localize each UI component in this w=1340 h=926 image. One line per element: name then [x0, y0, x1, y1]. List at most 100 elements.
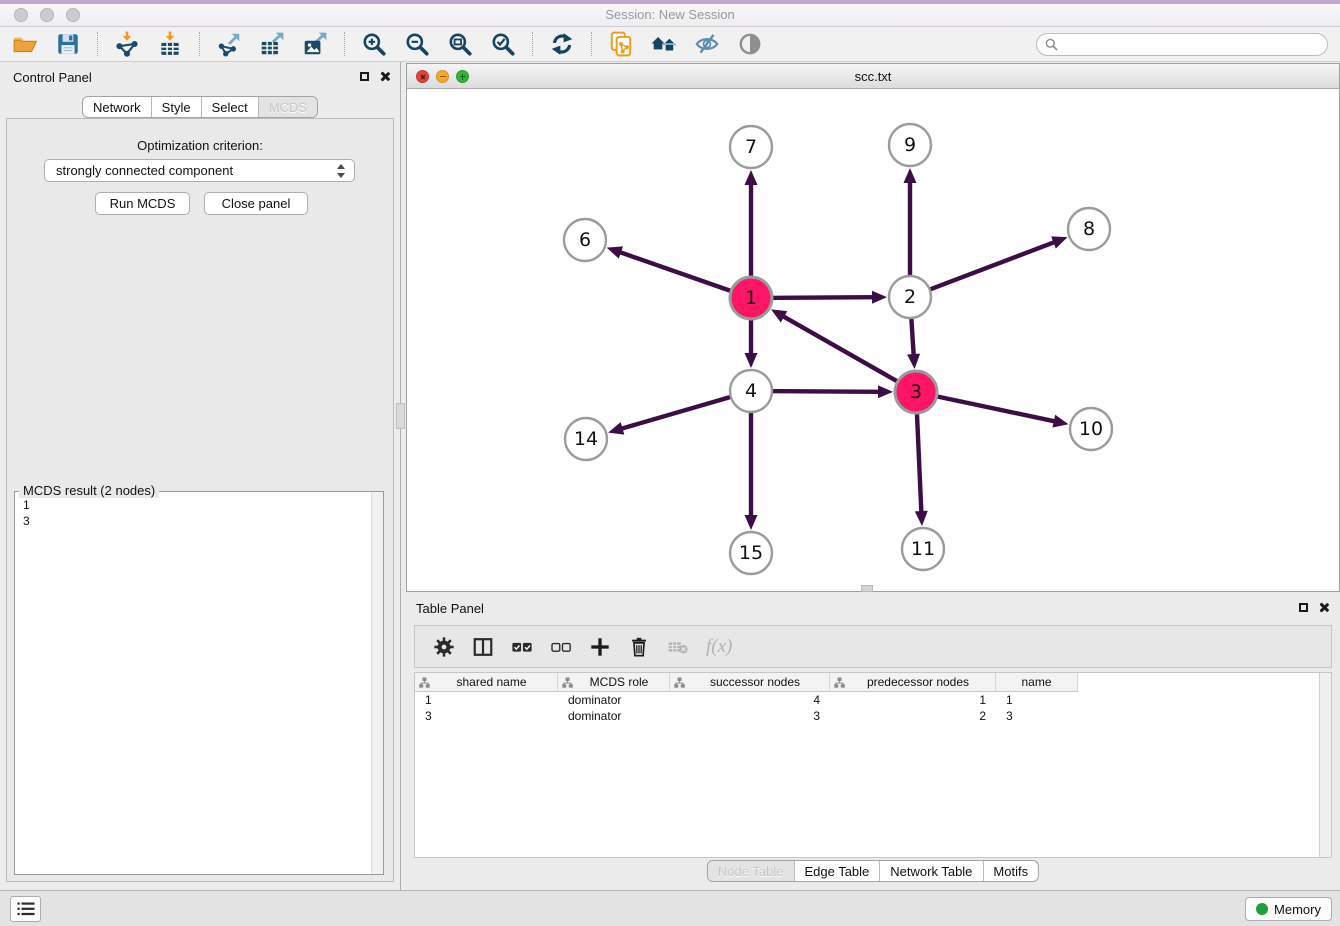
table-cell[interactable]: 1 [415, 692, 558, 708]
tab-style[interactable]: Style [151, 97, 201, 117]
column-label: shared name [430, 675, 553, 689]
graph-node-15[interactable]: 15 [730, 532, 772, 574]
float-table-panel-icon[interactable] [1299, 603, 1308, 612]
mcds-result-list[interactable]: 13 [16, 494, 369, 873]
graph-edge-4-14[interactable] [608, 391, 751, 435]
graph-edge-1-6[interactable] [607, 246, 751, 298]
graph-node-4[interactable]: 4 [730, 370, 772, 412]
optimization-criterion-label: Optimization criterion: [7, 138, 393, 153]
zoom-selected-icon[interactable] [486, 29, 520, 59]
select-all-icon[interactable] [511, 636, 533, 658]
graph-node-3[interactable]: 3 [895, 371, 937, 413]
clone-network-icon[interactable] [604, 29, 638, 59]
import-table-icon[interactable] [153, 29, 187, 59]
svg-text:1: 1 [745, 287, 757, 309]
table-cell[interactable]: 1 [996, 692, 1078, 708]
zoom-out-icon[interactable] [400, 29, 434, 59]
close-table-panel-icon[interactable] [1318, 602, 1329, 613]
graph-node-6[interactable]: 6 [564, 219, 606, 261]
tab-select[interactable]: Select [201, 97, 258, 117]
graph-node-10[interactable]: 10 [1070, 408, 1112, 450]
delete-column-icon[interactable] [628, 636, 650, 658]
settings-gear-icon[interactable] [433, 636, 455, 658]
table-cell[interactable]: dominator [558, 708, 670, 724]
tab-edge-table[interactable]: Edge Table [793, 861, 879, 881]
select-stepper-icon [336, 163, 347, 179]
table-panel: Table Panel [406, 595, 1340, 890]
minimize-window-icon[interactable] [40, 8, 54, 22]
split-pane-icon[interactable] [472, 636, 494, 658]
table-cell[interactable]: 3 [670, 708, 830, 724]
zoom-in-icon[interactable] [357, 29, 391, 59]
add-column-icon[interactable] [589, 636, 611, 658]
table-scrollbar[interactable] [1319, 673, 1331, 857]
result-scrollbar[interactable] [371, 492, 383, 874]
hide-selected-icon[interactable] [690, 29, 724, 59]
table-cell[interactable]: 3 [996, 708, 1078, 724]
column-header-name[interactable]: name [996, 673, 1078, 692]
network-canvas[interactable]: 7 9 6 8 1 2 4 3 14 10 15 11 [407, 90, 1339, 591]
task-history-icon[interactable] [10, 896, 41, 922]
show-hidden-icon[interactable] [733, 29, 767, 59]
svg-text:8: 8 [1083, 218, 1095, 240]
tab-motifs[interactable]: Motifs [982, 861, 1038, 881]
graph-edge-3-10[interactable] [916, 392, 1068, 427]
graph-node-14[interactable]: 14 [565, 418, 607, 460]
search-field[interactable] [1036, 33, 1328, 56]
deselect-all-icon[interactable] [550, 636, 572, 658]
table-cell[interactable]: 1 [830, 692, 996, 708]
tab-mcds[interactable]: MCDS [258, 97, 317, 117]
close-panel-button[interactable]: Close panel [204, 192, 308, 215]
tab-network-table[interactable]: Network Table [879, 861, 982, 881]
graph-edge-3-1[interactable] [771, 309, 916, 392]
column-header-successor-nodes[interactable]: successor nodes [670, 673, 830, 692]
graph-node-8[interactable]: 8 [1068, 208, 1110, 250]
tab-network[interactable]: Network [83, 97, 151, 117]
app-titlebar: Session: New Session [0, 0, 1340, 27]
export-network-icon[interactable] [212, 29, 246, 59]
maximize-window-icon[interactable] [66, 8, 80, 22]
graph-edge-2-8[interactable] [910, 236, 1067, 297]
table-cell[interactable]: dominator [558, 692, 670, 708]
refresh-icon[interactable] [545, 29, 579, 59]
graph-node-9[interactable]: 9 [889, 124, 931, 166]
graph-node-1[interactable]: 1 [730, 277, 772, 319]
table-body: 1dominator4113dominator323 [415, 692, 1318, 724]
close-panel-icon[interactable] [379, 71, 390, 82]
zoom-fit-icon[interactable] [443, 29, 477, 59]
memory-button[interactable]: Memory [1245, 897, 1332, 921]
table-cell[interactable]: 2 [830, 708, 996, 724]
panel-splitter-handle[interactable] [396, 403, 405, 429]
import-network-icon[interactable] [110, 29, 144, 59]
attribute-namespace-icon [562, 677, 573, 688]
table-cell[interactable]: 3 [415, 708, 558, 724]
attribute-namespace-icon [834, 677, 845, 688]
close-window-icon[interactable] [14, 8, 28, 22]
run-mcds-button[interactable]: Run MCDS [95, 192, 190, 215]
save-session-icon[interactable] [51, 29, 85, 59]
attribute-namespace-icon [419, 677, 430, 688]
memory-status-icon [1256, 903, 1268, 915]
result-line: 3 [23, 513, 362, 529]
column-header-shared-name[interactable]: shared name [415, 673, 558, 692]
column-header-mcds-role[interactable]: MCDS role [558, 673, 670, 692]
network-window-titlebar[interactable]: scc.txt [407, 64, 1339, 89]
first-neighbors-icon[interactable] [647, 29, 681, 59]
graph-node-2[interactable]: 2 [889, 276, 931, 318]
export-table-icon[interactable] [255, 29, 289, 59]
column-header-predecessor-nodes[interactable]: predecessor nodes [830, 673, 996, 692]
table-cell[interactable]: 4 [670, 692, 830, 708]
graph-node-7[interactable]: 7 [730, 126, 772, 168]
export-image-icon[interactable] [298, 29, 332, 59]
criterion-select[interactable]: strongly connected component [44, 159, 355, 182]
float-panel-icon[interactable] [360, 72, 369, 81]
open-file-icon[interactable] [8, 29, 42, 59]
main-toolbar [0, 27, 1340, 62]
table-tabs: Node TableEdge TableNetwork TableMotifs [707, 860, 1039, 882]
search-input[interactable] [1063, 36, 1319, 52]
table-row[interactable]: 3dominator323 [415, 708, 1318, 724]
table-row[interactable]: 1dominator411 [415, 692, 1318, 708]
tab-node-table[interactable]: Node Table [708, 861, 794, 881]
graph-node-11[interactable]: 11 [902, 528, 944, 570]
horizontal-splitter-handle[interactable] [861, 585, 873, 592]
